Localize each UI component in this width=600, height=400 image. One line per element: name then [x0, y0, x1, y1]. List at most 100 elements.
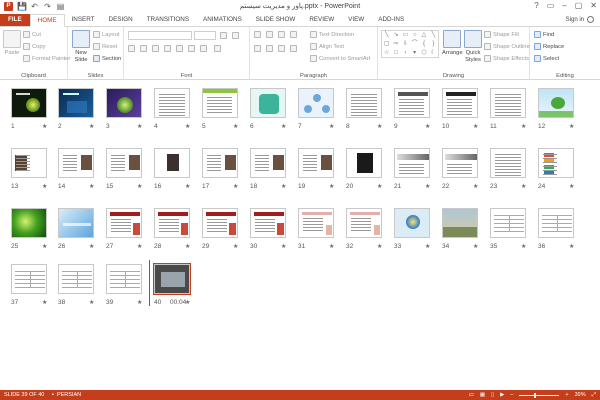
slide-thumbnail[interactable]: [298, 148, 334, 178]
slide-thumbnail[interactable]: [490, 88, 526, 118]
slide-thumbnail[interactable]: [58, 208, 94, 238]
tab-home[interactable]: HOME: [29, 14, 65, 27]
transition-star-icon[interactable]: ★: [425, 123, 430, 130]
section-button[interactable]: Section: [93, 55, 121, 62]
slide-thumbnail[interactable]: [538, 148, 574, 178]
transition-star-icon[interactable]: ★: [329, 243, 334, 250]
replace-button[interactable]: Replace: [534, 43, 564, 50]
paste-button[interactable]: Paste: [3, 30, 21, 57]
transition-star-icon[interactable]: ★: [42, 243, 47, 250]
shape-outline-button[interactable]: Shape Outline: [484, 43, 530, 50]
slide-thumbnail[interactable]: [298, 208, 334, 238]
select-button[interactable]: Select: [534, 55, 559, 62]
slide-thumbnail[interactable]: [346, 88, 382, 118]
slide-thumbnail[interactable]: [490, 208, 526, 238]
format-painter-button[interactable]: Format Painter: [23, 55, 70, 62]
transition-star-icon[interactable]: ★: [42, 183, 47, 190]
slide-thumbnail[interactable]: [154, 208, 190, 238]
curve-shape-icon[interactable]: ⌒: [410, 40, 419, 49]
slide-thumbnail[interactable]: [346, 208, 382, 238]
arrange-button[interactable]: Arrange: [442, 30, 463, 57]
slide-thumbnail[interactable]: [394, 208, 430, 238]
arrow-shape-icon[interactable]: ↘: [391, 31, 400, 40]
slide-thumbnail[interactable]: [106, 148, 142, 178]
brace-close-shape-icon[interactable]: }: [429, 40, 438, 49]
transition-star-icon[interactable]: ★: [137, 299, 142, 306]
tab-slide-show[interactable]: SLIDE SHOW: [249, 14, 303, 26]
transition-star-icon[interactable]: ★: [89, 183, 94, 190]
underline-button[interactable]: [152, 45, 159, 52]
align-text-button[interactable]: Align Text: [310, 43, 344, 50]
text-direction-button[interactable]: Text Direction: [310, 31, 354, 38]
line-shape-icon[interactable]: ╲: [382, 31, 391, 40]
transition-star-icon[interactable]: ★: [569, 183, 574, 190]
slide-thumbnail[interactable]: [106, 264, 142, 294]
bullets-button[interactable]: [254, 31, 261, 38]
slide-thumbnail[interactable]: [442, 208, 478, 238]
triangle-shape-icon[interactable]: △: [419, 31, 428, 40]
transition-star-icon[interactable]: ★: [42, 123, 47, 130]
transition-star-icon[interactable]: ★: [233, 243, 238, 250]
restore-icon[interactable]: ▢: [575, 1, 583, 10]
transition-star-icon[interactable]: ★: [89, 299, 94, 306]
tab-file[interactable]: FILE: [0, 14, 30, 26]
brace-shape-icon[interactable]: {: [419, 40, 428, 49]
italic-button[interactable]: [140, 45, 147, 52]
slide-thumbnail[interactable]: [442, 88, 478, 118]
spacing-button[interactable]: [188, 45, 195, 52]
numbering-button[interactable]: [266, 31, 273, 38]
transition-star-icon[interactable]: ★: [521, 183, 526, 190]
reading-view-icon[interactable]: ▯: [491, 390, 494, 400]
zoom-in-icon[interactable]: +: [565, 390, 568, 400]
square-shape-icon[interactable]: □: [391, 49, 400, 58]
strikethrough-button[interactable]: [176, 45, 183, 52]
zoom-out-icon[interactable]: –: [510, 390, 513, 400]
transition-star-icon[interactable]: ★: [42, 299, 47, 306]
slide-thumbnail[interactable]: [490, 148, 526, 178]
slide-thumbnail[interactable]: [153, 263, 191, 295]
slide-thumbnail[interactable]: [11, 264, 47, 294]
tab-insert[interactable]: INSERT: [65, 14, 102, 26]
find-button[interactable]: Find: [534, 31, 554, 38]
quick-styles-button[interactable]: Quick Styles: [464, 30, 482, 63]
justify-button[interactable]: [290, 45, 297, 52]
slideshow-view-icon[interactable]: ▶: [500, 390, 504, 400]
transition-star-icon[interactable]: ★: [473, 123, 478, 130]
slide-thumbnail[interactable]: [394, 88, 430, 118]
shape-fill-button[interactable]: Shape Fill: [484, 31, 519, 38]
font-size-select[interactable]: [194, 31, 216, 40]
transition-star-icon[interactable]: ★: [233, 183, 238, 190]
more-shapes-icon[interactable]: ▾: [410, 49, 419, 58]
transition-star-icon[interactable]: ★: [473, 243, 478, 250]
ribbon-display-options-icon[interactable]: ▭: [547, 1, 555, 10]
slide-thumbnail[interactable]: [11, 148, 47, 178]
slide-count-status[interactable]: SLIDE 39 OF 40: [4, 390, 44, 400]
slide-thumbnail[interactable]: [202, 148, 238, 178]
slide-thumbnail[interactable]: [442, 148, 478, 178]
slide-thumbnail[interactable]: [11, 88, 47, 118]
sign-in-link[interactable]: Sign in: [566, 16, 594, 23]
shadow-button[interactable]: [164, 45, 171, 52]
reset-button[interactable]: Reset: [93, 43, 117, 50]
help-icon[interactable]: ?: [534, 1, 538, 10]
font-color-button[interactable]: [214, 45, 221, 52]
transition-star-icon[interactable]: ★: [521, 243, 526, 250]
copy-button[interactable]: Copy: [23, 43, 46, 50]
decrease-indent-button[interactable]: [278, 31, 285, 38]
tab-design[interactable]: DESIGN: [102, 14, 140, 26]
oval-shape-icon[interactable]: ○: [410, 31, 419, 40]
transition-star-icon[interactable]: ★: [425, 183, 430, 190]
tab-add-ins[interactable]: ADD-INS: [371, 14, 411, 26]
transition-star-icon[interactable]: ★: [185, 123, 190, 130]
zoom-slider[interactable]: [519, 392, 560, 398]
normal-view-icon[interactable]: ▭: [469, 390, 474, 400]
transition-star-icon[interactable]: ★: [569, 123, 574, 130]
bold-button[interactable]: [128, 45, 135, 52]
down-arrow-shape-icon[interactable]: ⇩: [401, 40, 410, 49]
transition-star-icon[interactable]: ★: [569, 243, 574, 250]
slide-thumbnail[interactable]: [154, 148, 190, 178]
moon-shape-icon[interactable]: ☾: [429, 49, 438, 58]
minimize-icon[interactable]: –: [562, 1, 566, 10]
center-button[interactable]: [266, 45, 273, 52]
transition-star-icon[interactable]: ★: [89, 123, 94, 130]
